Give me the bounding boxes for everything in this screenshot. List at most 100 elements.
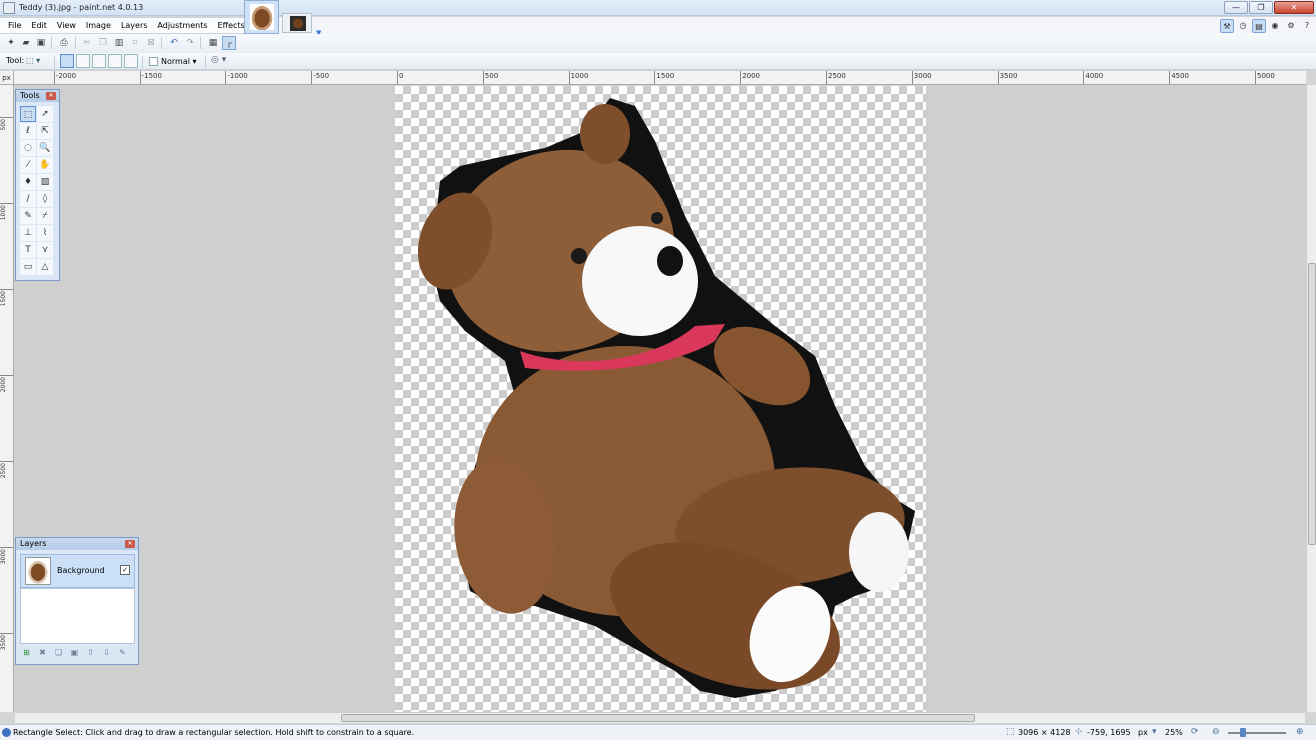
document-tab-teddy[interactable] [244, 0, 279, 34]
selection-mode-exclude[interactable] [92, 54, 106, 68]
horizontal-scroll-thumb[interactable] [341, 714, 975, 722]
paintbrush-icon[interactable]: ∕ [20, 191, 36, 207]
colors-icon[interactable]: ◉ [1268, 19, 1282, 33]
save-icon[interactable]: ▣ [34, 36, 48, 50]
zoom-icon[interactable]: 🔍 [37, 140, 53, 156]
recolor-icon[interactable]: ⌇ [37, 225, 53, 241]
layers-close-icon[interactable]: ✕ [125, 540, 135, 548]
blend-mode-dropdown[interactable]: Normal ▾ [147, 55, 197, 68]
horizontal-scrollbar[interactable] [15, 712, 1305, 723]
help-icon[interactable]: ? [1300, 19, 1314, 33]
image-canvas[interactable] [395, 86, 926, 712]
open-icon[interactable]: ▰ [19, 36, 33, 50]
close-button[interactable]: ✕ [1274, 1, 1314, 14]
zoom-out-icon[interactable]: ⊖ [1212, 727, 1220, 737]
copy-icon[interactable]: ❐ [96, 36, 110, 50]
ruler-tick [654, 71, 656, 84]
undo-icon[interactable]: ↶ [167, 36, 181, 50]
selection-mode-intersect[interactable] [108, 54, 122, 68]
menu-layers[interactable]: Layers [116, 18, 152, 33]
move-layer-up-icon[interactable]: ⇧ [84, 646, 97, 659]
eraser-icon[interactable]: ◊ [37, 191, 53, 207]
ruler-tick [740, 71, 742, 84]
zoom-slider-knob[interactable] [1240, 728, 1246, 737]
gradient-icon[interactable]: ▧ [37, 174, 53, 190]
menu-file[interactable]: File [3, 18, 26, 33]
status-hint: Rectangle Select: Click and drag to draw… [13, 728, 415, 737]
ruler-label: 3000 [0, 549, 7, 565]
layer-properties-icon[interactable]: ✎ [116, 646, 129, 659]
pencil-icon[interactable]: ✎ [20, 208, 36, 224]
zoom-to-window-icon[interactable]: ⟳ [1191, 727, 1199, 737]
tools-window-toggle-icon[interactable]: ⚒ [1220, 18, 1234, 33]
lasso-select-icon[interactable]: ℓ [20, 123, 36, 139]
ruler-tick [53, 71, 55, 84]
units-chevron-icon[interactable]: ▾ [1152, 727, 1157, 737]
units-dropdown[interactable]: px [1138, 728, 1148, 737]
print-icon[interactable]: ⎙ [57, 36, 71, 50]
move-selection-icon[interactable]: ⇱ [37, 123, 53, 139]
vertical-ruler: 500 1000 1500 2000 2500 3000 3500 [0, 85, 14, 712]
add-layer-icon[interactable]: ⊞ [20, 646, 33, 659]
shapes-icon[interactable]: ▭ [20, 259, 36, 275]
ruler-label: 2500 [828, 72, 846, 80]
move-layer-down-icon[interactable]: ⇩ [100, 646, 113, 659]
rectangle-select-icon[interactable]: ⬚ [20, 106, 36, 122]
antialiasing-dropdown-icon[interactable]: ◎ ▾ [211, 55, 226, 65]
history-icon[interactable]: ◷ [1236, 19, 1250, 33]
rulers-icon[interactable]: ┌ [222, 36, 236, 50]
cut-icon[interactable]: ✂ [80, 36, 94, 50]
maximize-button[interactable]: ❐ [1249, 1, 1273, 14]
line-curve-icon[interactable]: ⋎ [37, 242, 53, 258]
magic-wand-icon[interactable]: ⁄ [20, 157, 36, 173]
status-bar: Rectangle Select: Click and drag to draw… [0, 724, 1316, 740]
selection-mode-replace[interactable] [60, 54, 74, 68]
title-bar: Teddy (3).jpg - paint.net 4.0.13 — ❐ ✕ [0, 0, 1316, 16]
shapes-extra-icon[interactable]: △ [37, 259, 53, 275]
merge-layer-down-icon[interactable]: ▣ [68, 646, 81, 659]
ellipse-select-icon[interactable]: ◌ [20, 140, 36, 156]
menu-adjustments[interactable]: Adjustments [152, 18, 212, 33]
tools-window: Tools ✕ ⬚ ➚ ℓ ⇱ ◌ 🔍 ⁄ ✋ ♦ ▧ ∕ ◊ ✎ ⌿ ⊥ ⌇ … [15, 89, 60, 281]
settings-gear-icon[interactable]: ⚙ [1284, 19, 1298, 33]
delete-layer-icon[interactable]: ✖ [36, 646, 49, 659]
window-toolbar: ⚒ ◷ ▤ ◉ ⚙ ? [1220, 17, 1314, 34]
zoom-level[interactable]: 25% [1165, 728, 1183, 737]
layers-window-toggle-icon[interactable]: ▤ [1252, 18, 1266, 33]
duplicate-layer-icon[interactable]: ❏ [52, 646, 65, 659]
grid-icon[interactable]: ▦ [206, 36, 220, 50]
pan-icon[interactable]: ✋ [37, 157, 53, 173]
minimize-button[interactable]: — [1224, 1, 1248, 14]
crop-icon[interactable]: ⌗ [128, 36, 142, 50]
document-tab-2[interactable] [282, 13, 312, 33]
redo-icon[interactable]: ↷ [183, 36, 197, 50]
clone-stamp-icon[interactable]: ⊥ [20, 225, 36, 241]
vertical-scroll-thumb[interactable] [1308, 263, 1316, 545]
menu-image[interactable]: Image [81, 18, 116, 33]
color-picker-icon[interactable]: ⌿ [37, 208, 53, 224]
selection-mode-union[interactable] [76, 54, 90, 68]
layers-list-area [20, 588, 135, 644]
document-thumbnail [250, 4, 274, 30]
paint-bucket-icon[interactable]: ♦ [20, 174, 36, 190]
document-thumbnail-2 [290, 16, 306, 31]
vertical-scrollbar[interactable] [1306, 85, 1316, 712]
ruler-label: 5000 [1257, 72, 1275, 80]
selection-mode-invert[interactable] [124, 54, 138, 68]
text-icon[interactable]: T [20, 242, 36, 258]
deselect-icon[interactable]: ⊠ [144, 36, 158, 50]
ruler-label: -500 [313, 72, 330, 80]
layer-row-background[interactable]: Background ✓ [20, 554, 135, 588]
new-icon[interactable]: ✦ [4, 36, 18, 50]
zoom-slider-track[interactable] [1228, 732, 1286, 734]
zoom-in-icon[interactable]: ⊕ [1296, 727, 1304, 737]
paste-icon[interactable]: ▥ [112, 36, 126, 50]
app-icon[interactable] [3, 2, 15, 14]
layer-visibility-checkbox[interactable]: ✓ [120, 565, 130, 575]
move-selected-icon[interactable]: ➚ [37, 106, 53, 122]
menu-view[interactable]: View [52, 18, 81, 33]
tools-close-icon[interactable]: ✕ [46, 92, 56, 100]
menu-edit[interactable]: Edit [26, 18, 52, 33]
tool-selector-dropdown[interactable]: ⬚ ▾ [26, 54, 50, 68]
canvas-workspace[interactable] [15, 86, 1305, 712]
